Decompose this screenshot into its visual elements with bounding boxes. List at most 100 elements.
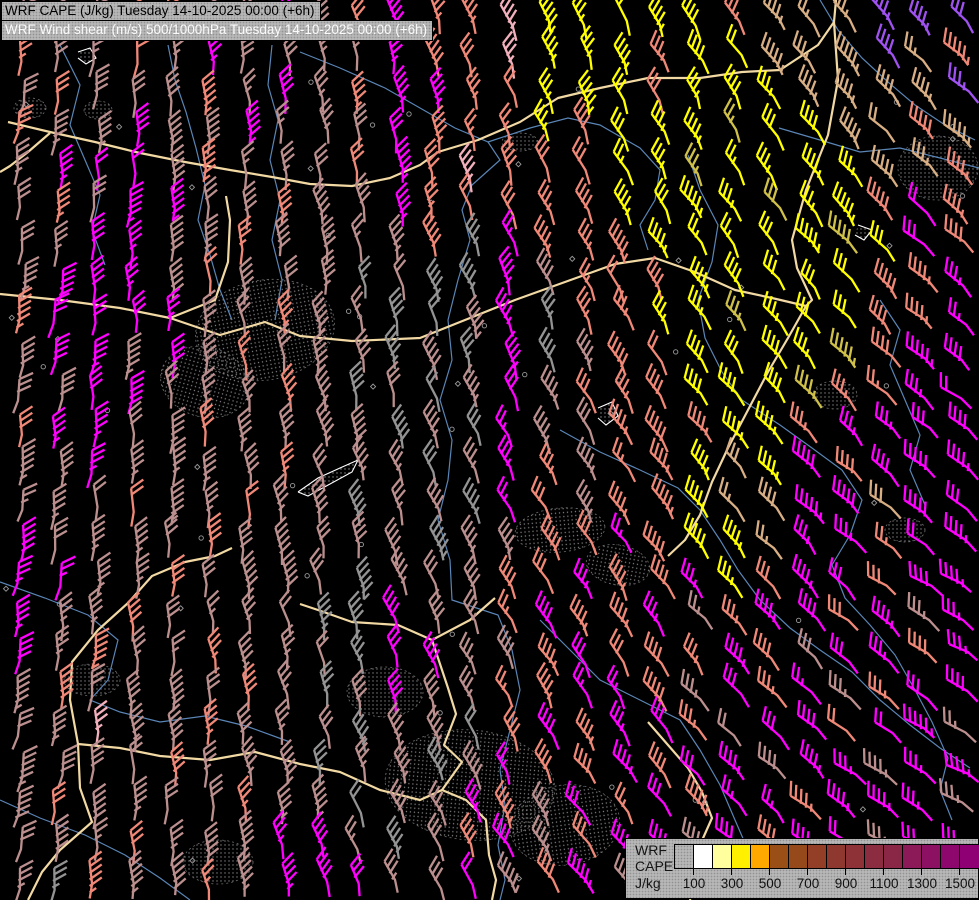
legend-color-cell — [732, 845, 751, 868]
wind-barb — [460, 632, 476, 674]
wind-barb — [655, 178, 670, 224]
wind-barb — [280, 402, 294, 448]
city-marker — [407, 112, 411, 116]
wind-barb — [724, 98, 740, 143]
wind-barb — [801, 739, 824, 778]
wind-barb — [947, 664, 978, 701]
wind-barb — [92, 213, 105, 260]
wind-barb — [684, 633, 703, 676]
wind-barb — [759, 211, 778, 255]
wind-barb — [833, 475, 858, 513]
wind-barb — [945, 333, 969, 370]
wind-barb — [726, 437, 746, 478]
wind-barb — [687, 67, 700, 109]
country-border-path — [792, 22, 838, 306]
wind-barb — [906, 369, 934, 410]
wind-barb — [17, 178, 31, 220]
cape-legend: WRFCAPEJ/kg 100300500700900110013001500 — [625, 838, 979, 899]
wind-barb — [912, 67, 936, 110]
wind-barb — [129, 851, 143, 899]
legend-tick — [693, 868, 694, 875]
map-title-windshear: WRF Wind shear (m/s) 500/1000hPa Tuesday… — [1, 20, 433, 41]
wind-barb — [796, 213, 820, 253]
wind-barb — [943, 595, 974, 630]
wind-barb — [58, 745, 78, 789]
legend-color-cell — [884, 845, 903, 868]
wind-barb — [246, 101, 260, 144]
wind-barb — [609, 399, 632, 445]
wind-barb — [754, 628, 779, 670]
wind-barb — [536, 591, 557, 639]
wind-barb — [909, 628, 937, 663]
wind-barb — [836, 68, 857, 108]
wind-barb — [907, 331, 934, 369]
wind-barb — [905, 32, 931, 72]
wind-barb — [171, 479, 184, 525]
lake-outline — [855, 225, 872, 240]
wind-barb — [54, 221, 67, 267]
wind-barb — [579, 218, 594, 260]
legend-color-cell — [960, 845, 979, 868]
wind-barb — [764, 250, 785, 290]
wind-barb — [496, 405, 512, 447]
wind-barb — [649, 217, 668, 258]
wind-barb — [464, 437, 479, 484]
wind-barb — [57, 182, 70, 222]
map-canvas — [0, 0, 979, 900]
weather-map: WRF CAPE (J/kg) Tuesday 14-10-2025 00:00… — [0, 0, 979, 900]
city-marker — [872, 500, 877, 505]
wind-barb — [762, 32, 784, 75]
wind-barb — [680, 699, 707, 740]
wind-barb — [798, 700, 826, 740]
wind-barb — [208, 627, 221, 673]
wind-barb — [18, 221, 35, 265]
wind-barb — [688, 213, 706, 255]
wind-barb — [463, 478, 480, 524]
wind-barb — [840, 406, 862, 446]
wind-barb — [608, 331, 627, 374]
wind-barb — [462, 515, 477, 564]
wind-barb — [875, 708, 901, 743]
city-marker — [370, 123, 374, 127]
city-marker — [308, 166, 313, 171]
city-marker — [9, 315, 14, 320]
city-marker — [455, 381, 460, 386]
wind-barb — [131, 480, 143, 527]
wind-barb — [388, 625, 401, 668]
wind-barb — [794, 515, 815, 555]
wind-barb — [462, 0, 477, 34]
wind-barb — [794, 327, 815, 369]
wind-barb — [133, 626, 146, 675]
wind-barb — [647, 256, 663, 299]
wind-barb — [758, 66, 781, 109]
wind-barb — [868, 561, 896, 595]
wind-barb — [429, 291, 440, 336]
wind-barb — [615, 32, 631, 75]
legend-color-cell — [789, 845, 808, 868]
wind-barb — [206, 482, 219, 528]
wind-barb — [496, 665, 512, 707]
wind-barb — [350, 780, 364, 828]
city-marker — [290, 483, 294, 487]
wind-barb — [723, 594, 747, 635]
city-marker — [3, 586, 8, 591]
wind-barb — [837, 446, 862, 481]
wind-barb — [167, 67, 180, 117]
wind-barb — [576, 178, 592, 224]
legend-tick-label: 900 — [835, 876, 858, 891]
wind-barb — [613, 739, 637, 782]
wind-barb — [15, 138, 30, 185]
wind-barb — [51, 518, 68, 565]
wind-barb — [831, 328, 856, 368]
wind-barb — [910, 561, 943, 595]
city-marker — [189, 185, 194, 190]
wind-barb — [723, 406, 748, 448]
wind-barb — [14, 669, 30, 713]
wind-barb — [429, 856, 444, 900]
wind-barb — [910, 0, 930, 35]
wind-barb — [51, 861, 68, 900]
legend-label-line: CAPE — [635, 859, 673, 874]
wind-barb — [649, 742, 671, 788]
wind-barb — [317, 847, 332, 897]
wind-barb — [277, 101, 289, 144]
